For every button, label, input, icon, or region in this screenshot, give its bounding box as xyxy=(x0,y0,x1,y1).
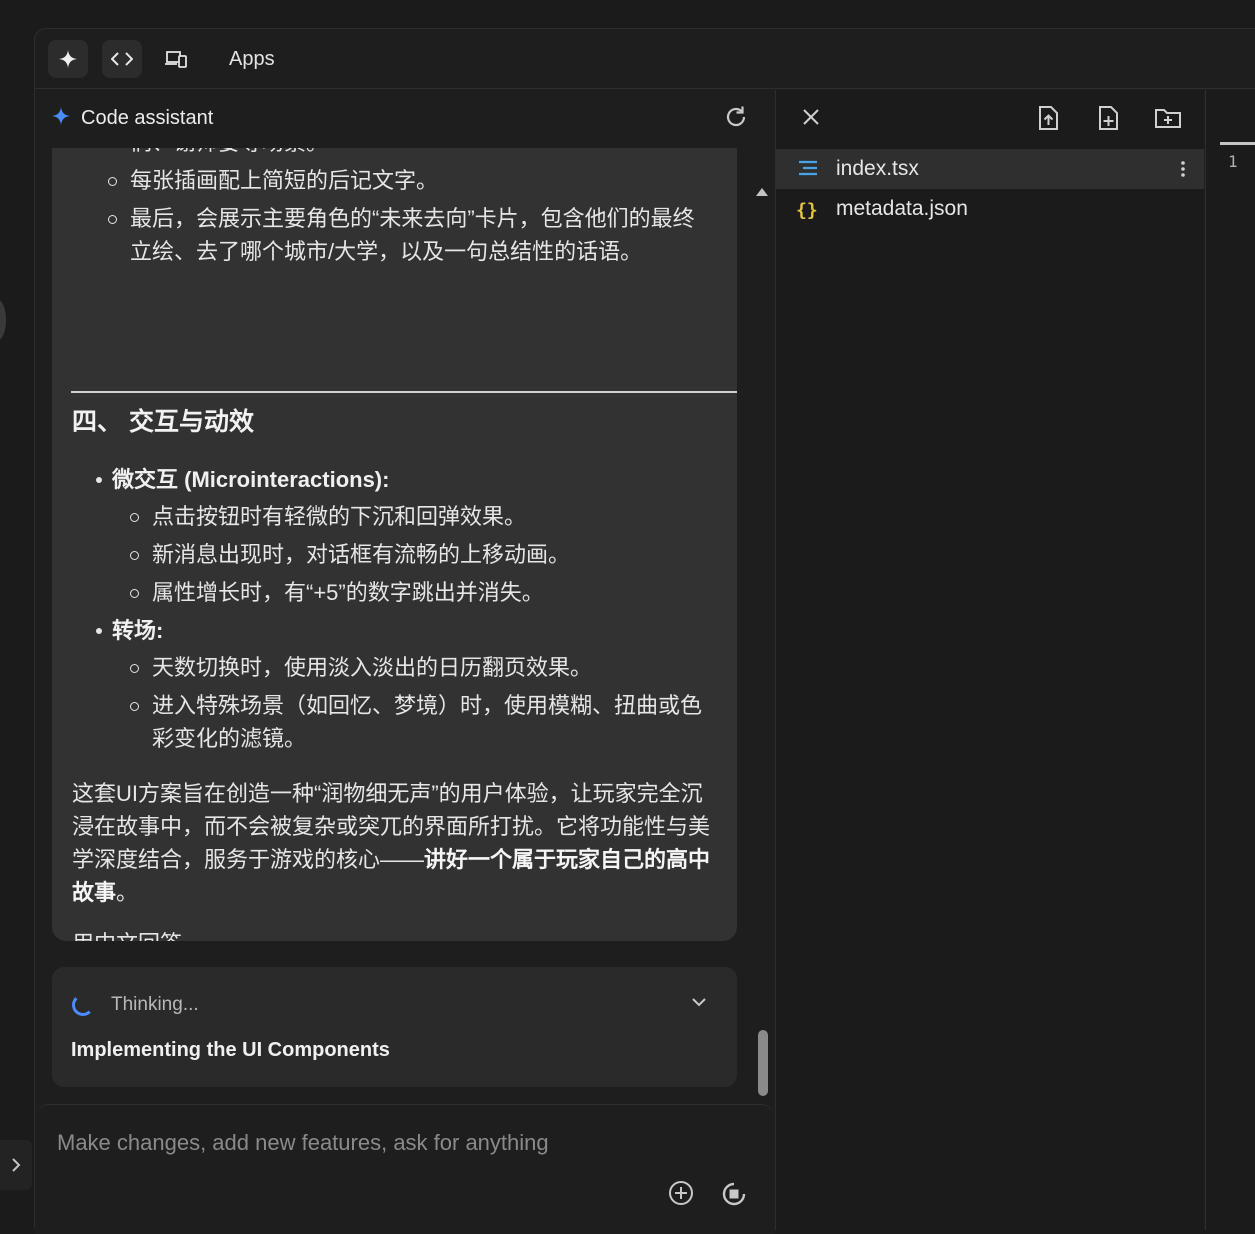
thinking-card[interactable]: Thinking... Implementing the UI Componen… xyxy=(52,967,737,1087)
thinking-label: Thinking... xyxy=(111,994,199,1015)
list-item: 点击按钮时有轻微的下沉和回弹效果。 xyxy=(130,500,732,533)
sub-list: 们、谢师宴等场景。 每张插画配上简短的后记文字。 最后，会展示主要角色的“未来去… xyxy=(72,148,732,268)
list-item: 天数切换时，使用淡入淡出的日历翻页效果。 xyxy=(130,651,732,684)
chevron-down-icon xyxy=(692,998,706,1007)
apps-label: Apps xyxy=(229,47,275,70)
scroll-up-arrow-icon[interactable] xyxy=(756,188,768,196)
svg-text:{}: {} xyxy=(796,200,818,220)
file-name: metadata.json xyxy=(836,197,968,220)
divider xyxy=(71,391,737,393)
line-number: 1 xyxy=(1228,152,1238,171)
upload-file-button[interactable] xyxy=(1034,104,1064,134)
new-folder-icon xyxy=(1155,109,1181,128)
bullet-list: 微交互 (Microinteractions): 点击按钮时有轻微的下沉和回弹效… xyxy=(72,463,732,755)
new-file-icon xyxy=(1099,106,1118,130)
apps-link[interactable]: Apps xyxy=(229,40,275,78)
thinking-detail: Implementing the UI Components xyxy=(71,1039,390,1061)
typescript-file-icon xyxy=(796,158,822,180)
spark-mode-button[interactable] xyxy=(48,40,88,78)
code-view-button[interactable] xyxy=(102,40,142,78)
file-explorer: index.tsx {} metadata.json xyxy=(776,90,1204,1230)
code-brackets-icon xyxy=(111,52,133,66)
prompt-input[interactable] xyxy=(55,1123,735,1163)
json-file-icon: {} xyxy=(796,198,822,221)
list-item: 进入特殊场景（如回忆、梦境）时，使用模糊、扭曲或色彩变化的滤镜。 xyxy=(130,689,712,755)
sparkle-icon xyxy=(51,105,71,133)
code-editor[interactable]: 1 xyxy=(1205,90,1255,1230)
close-icon xyxy=(803,109,819,125)
top-toolbar: Apps xyxy=(35,29,1255,89)
list-item: 转场: 天数切换时，使用淡入淡出的日历翻页效果。 进入特殊场景（如回忆、梦境）时… xyxy=(96,614,732,755)
message-content: 们、谢师宴等场景。 每张插画配上简短的后记文字。 最后，会展示主要角色的“未来去… xyxy=(72,148,732,273)
add-attachment-button[interactable] xyxy=(667,1179,697,1209)
device-preview-button[interactable] xyxy=(165,40,187,78)
devices-icon xyxy=(165,51,187,68)
file-item-index[interactable]: index.tsx xyxy=(776,149,1204,189)
bullet-title: 转场: xyxy=(112,618,164,643)
left-strip xyxy=(0,0,34,1217)
new-file-button[interactable] xyxy=(1094,104,1124,134)
file-item-metadata[interactable]: {} metadata.json xyxy=(776,189,1204,229)
sparkle-icon xyxy=(59,50,77,68)
chat-scrollbar[interactable] xyxy=(755,162,775,1102)
footer-note: 用中文回答 xyxy=(72,927,732,941)
section-heading: 四、 交互与动效 xyxy=(72,408,254,436)
list-item: 新消息出现时，对话框有流畅的上移动画。 xyxy=(130,538,732,571)
active-tab-indicator xyxy=(1220,142,1255,145)
close-explorer-button[interactable] xyxy=(798,104,828,134)
chat-header: Code assistant xyxy=(35,90,775,148)
file-name: index.tsx xyxy=(836,157,919,180)
assistant-message: 们、谢师宴等场景。 每张插画配上简短的后记文字。 最后，会展示主要角色的“未来去… xyxy=(52,148,737,941)
upload-file-icon xyxy=(1039,106,1058,130)
add-circle-icon xyxy=(669,1181,693,1205)
list-item: 们、谢师宴等场景。 xyxy=(130,148,732,159)
chat-title: Code assistant xyxy=(81,107,214,129)
side-handle[interactable] xyxy=(0,300,6,340)
refresh-icon xyxy=(726,106,746,127)
list-item: 微交互 (Microinteractions): 点击按钮时有轻微的下沉和回弹效… xyxy=(96,463,732,609)
bullet-title: 微交互 (Microinteractions): xyxy=(112,467,390,492)
chat-panel: Code assistant 们、谢师宴等场景。 每张插画配上简短的后记文字。 … xyxy=(35,90,775,1234)
prompt-area xyxy=(35,1104,775,1234)
sub-list: 点击按钮时有轻微的下沉和回弹效果。 新消息出现时，对话框有流畅的上移动画。 属性… xyxy=(112,500,732,609)
refresh-button[interactable] xyxy=(723,104,753,134)
stop-icon xyxy=(722,1182,746,1206)
loading-spinner-icon xyxy=(72,994,94,1016)
scrollbar-thumb[interactable] xyxy=(758,1030,768,1096)
sub-list: 天数切换时，使用淡入淡出的日历翻页效果。 进入特殊场景（如回忆、梦境）时，使用模… xyxy=(112,651,732,755)
chevron-right-icon xyxy=(12,1158,21,1172)
list-item: 每张插画配上简短的后记文字。 xyxy=(108,164,732,197)
list-item: 属性增长时，有“+5”的数字跳出并消失。 xyxy=(130,576,732,609)
summary-end: 。 xyxy=(116,880,139,905)
stop-generation-button[interactable] xyxy=(719,1179,751,1211)
new-folder-button[interactable] xyxy=(1153,104,1183,134)
more-options-icon[interactable] xyxy=(1180,159,1186,179)
summary-paragraph: 这套UI方案旨在创造一种“润物细无声”的用户体验，让玩家完全沉浸在故事中，而不会… xyxy=(72,777,722,909)
list-item: 最后，会展示主要角色的“未来去向”卡片，包含他们的最终立绘、去了哪个城市/大学，… xyxy=(108,202,700,268)
expand-sidebar-button[interactable] xyxy=(0,1140,32,1190)
app-window: Apps Code assistant 们、谢师宴等场景。 每张插画配上简短的后… xyxy=(34,28,1255,1234)
expand-thinking-button[interactable] xyxy=(688,991,712,1015)
